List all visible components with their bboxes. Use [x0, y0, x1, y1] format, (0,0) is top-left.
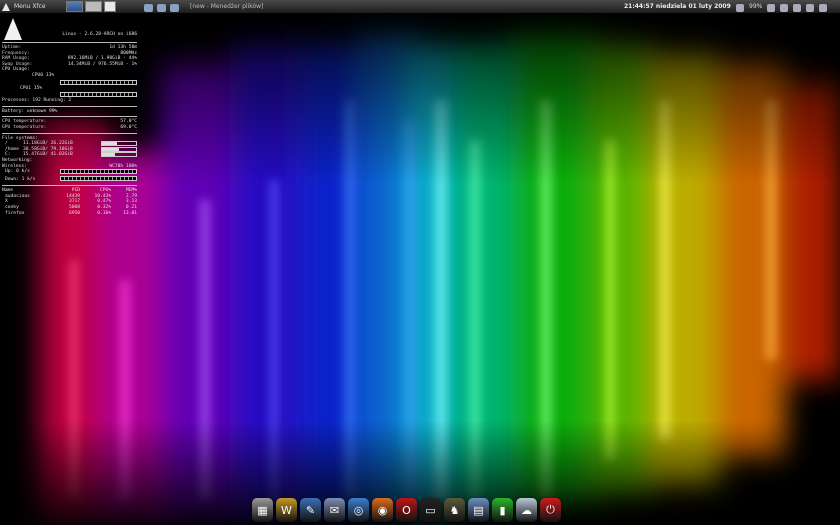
battery-status: Battery: unknown 99%: [2, 108, 58, 114]
network-icon[interactable]: [780, 3, 789, 12]
power-icon[interactable]: ⏻: [540, 498, 561, 522]
fs-root-bar: [101, 141, 137, 147]
weather-icon[interactable]: ☁: [516, 498, 537, 522]
quick-launch: [144, 0, 179, 13]
volume-icon[interactable]: [767, 3, 776, 12]
cpu1-row: CPU1 15%: [20, 85, 43, 91]
battery-tray-icon[interactable]: [736, 3, 744, 12]
launcher-icon[interactable]: [157, 3, 166, 12]
battery-percentage: 99%: [749, 3, 763, 10]
opera-icon[interactable]: O: [396, 498, 417, 522]
upload-graph: [60, 168, 137, 174]
launcher-icon[interactable]: [170, 3, 179, 12]
workspace-1[interactable]: [66, 1, 83, 12]
conky-system-monitor: Linux - 2.6.28-ARCH on i686 Uptime: 1d 13…: [2, 15, 137, 216]
kernel-info: Linux - 2.6.28-ARCH on i686: [62, 32, 137, 37]
divider: [2, 116, 137, 118]
display-icon[interactable]: [793, 3, 802, 12]
divider: [2, 132, 137, 134]
show-desktop-icon[interactable]: [104, 1, 116, 12]
cpu0-graph: [60, 79, 137, 85]
application-dock: ▦ W ✎ ✉ ◎ ◉ O ▭ ♞ ▤ ▮ ☁ ⏻: [252, 494, 561, 522]
fs-c-bar: [101, 152, 137, 158]
divider: [2, 185, 137, 187]
divider: [2, 105, 137, 107]
gpu-temperature: GPU temperature: 69.0°C: [2, 124, 137, 130]
process-table: Name PID CPU% MEM% audacious 14439 10.43% 2.79…: [2, 188, 137, 216]
stats-block: Uptime: 1d 13h 58m Frequency: 800MHz RAM U…: [2, 45, 137, 67]
processes-count: Processes: 192 Running: 2: [2, 98, 72, 104]
arch-logo-icon: [2, 2, 10, 11]
top-panel: Menu Xfce [new - Menedżer plików] 21:44:…: [0, 0, 840, 14]
battery-icon[interactable]: ▮: [492, 498, 513, 522]
firefox-icon[interactable]: ◉: [372, 498, 393, 522]
system-tray: 99%: [736, 0, 828, 13]
cpu1-graph: [60, 92, 137, 98]
settings-icon[interactable]: [806, 3, 815, 12]
game-character-icon[interactable]: ♞: [444, 498, 465, 522]
applications-menu-button[interactable]: Menu Xfce: [2, 0, 46, 13]
menu-label: Menu Xfce: [14, 3, 46, 10]
workspace-switcher[interactable]: [66, 1, 116, 12]
network-globe-icon[interactable]: ◎: [348, 498, 369, 522]
calculator-icon[interactable]: ▦: [252, 498, 273, 522]
taskbar-window-button[interactable]: [new - Menedżer plików]: [186, 0, 596, 13]
fs-home-bar: [101, 146, 137, 152]
download-graph: [60, 176, 137, 182]
clock[interactable]: 21:44:57 niedziela 01 luty 2009: [624, 0, 731, 13]
power-tray-icon[interactable]: [819, 3, 828, 12]
terminal-icon[interactable]: ▭: [420, 498, 441, 522]
world-of-warcraft-icon[interactable]: W: [276, 498, 297, 522]
cpu0-row: CPU0 13%: [32, 72, 55, 78]
pencil-tools-icon[interactable]: ✎: [300, 498, 321, 522]
divider: [2, 42, 137, 43]
text-editor-icon[interactable]: ✉: [324, 498, 345, 522]
file-manager-icon[interactable]: ▤: [468, 498, 489, 522]
workspace-2[interactable]: [85, 1, 102, 12]
launcher-icon[interactable]: [144, 3, 153, 12]
table-row: firefox 6950 0.16% 13.01: [5, 210, 137, 216]
